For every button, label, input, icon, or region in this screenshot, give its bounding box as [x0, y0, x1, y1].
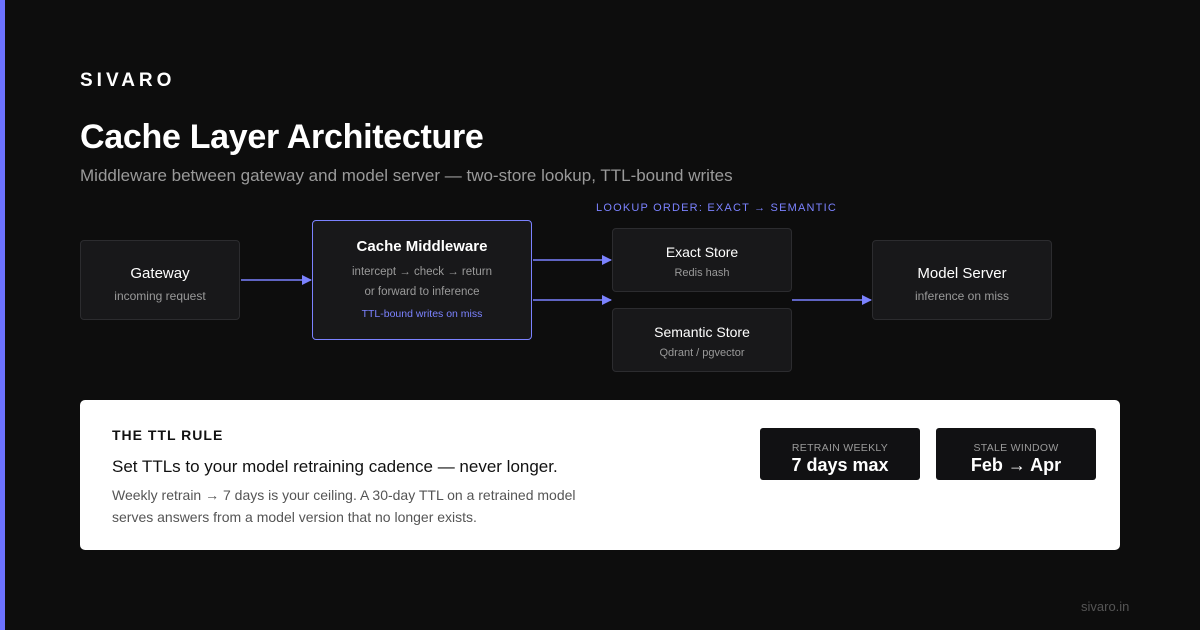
ttl-card-main: Set TTLs to your model retraining cadenc… — [112, 457, 558, 476]
node-model-sub: inference on miss — [914, 289, 1010, 303]
ttl-rule-card: THE TTL RULE Set TTLs to your model retr… — [80, 400, 1120, 550]
stat-label: STALE WINDOW — [973, 442, 1059, 454]
page-subtitle: Middleware between gateway and model ser… — [80, 166, 733, 185]
node-cache-ttl: TTL-bound writes on miss — [361, 308, 483, 320]
node-exact-sub: Redis hash — [674, 267, 730, 279]
node-gateway-sub: incoming request — [114, 289, 206, 303]
node-cache-name: Cache Middleware — [356, 238, 488, 255]
stat-value: 7 days max — [791, 455, 889, 475]
stat-stale-window: STALE WINDOW Feb → Apr — [936, 428, 1096, 480]
accent-bar — [0, 0, 5, 630]
node-gateway: Gateway incoming request — [80, 240, 240, 320]
stat-label: RETRAIN WEEKLY — [791, 442, 889, 454]
node-exact-name: Exact Store — [665, 244, 739, 260]
node-cache-line2: or forward to inference — [364, 286, 480, 298]
ttl-card-body: Weekly retrain → 7 days is your ceiling.… — [112, 487, 576, 525]
page-title: Cache Layer Architecture — [80, 118, 484, 156]
node-semantic-store: Semantic Store Qdrant / pgvector — [612, 308, 792, 372]
node-exact-store: Exact Store Redis hash — [612, 228, 792, 292]
stat-retrain-weekly: RETRAIN WEEKLY 7 days max — [760, 428, 920, 480]
stat-value: Feb → Apr — [970, 455, 1062, 475]
ttl-card-heading: THE TTL RULE — [112, 427, 224, 443]
lookup-order-label: LOOKUP ORDER: EXACT → SEMANTIC — [596, 202, 837, 214]
node-semantic-name: Semantic Store — [654, 324, 750, 340]
node-gateway-name: Gateway — [130, 265, 190, 282]
node-cache-line1: intercept → check → return — [352, 266, 492, 278]
node-semantic-sub: Qdrant / pgvector — [659, 347, 745, 359]
footer-url: sivaro.in — [1081, 599, 1130, 614]
node-cache-middleware: Cache Middleware intercept → check → ret… — [312, 220, 532, 340]
node-model-server: Model Server inference on miss — [872, 240, 1052, 320]
brand-logo: SIVARO — [80, 70, 176, 91]
node-model-name: Model Server — [917, 265, 1007, 282]
